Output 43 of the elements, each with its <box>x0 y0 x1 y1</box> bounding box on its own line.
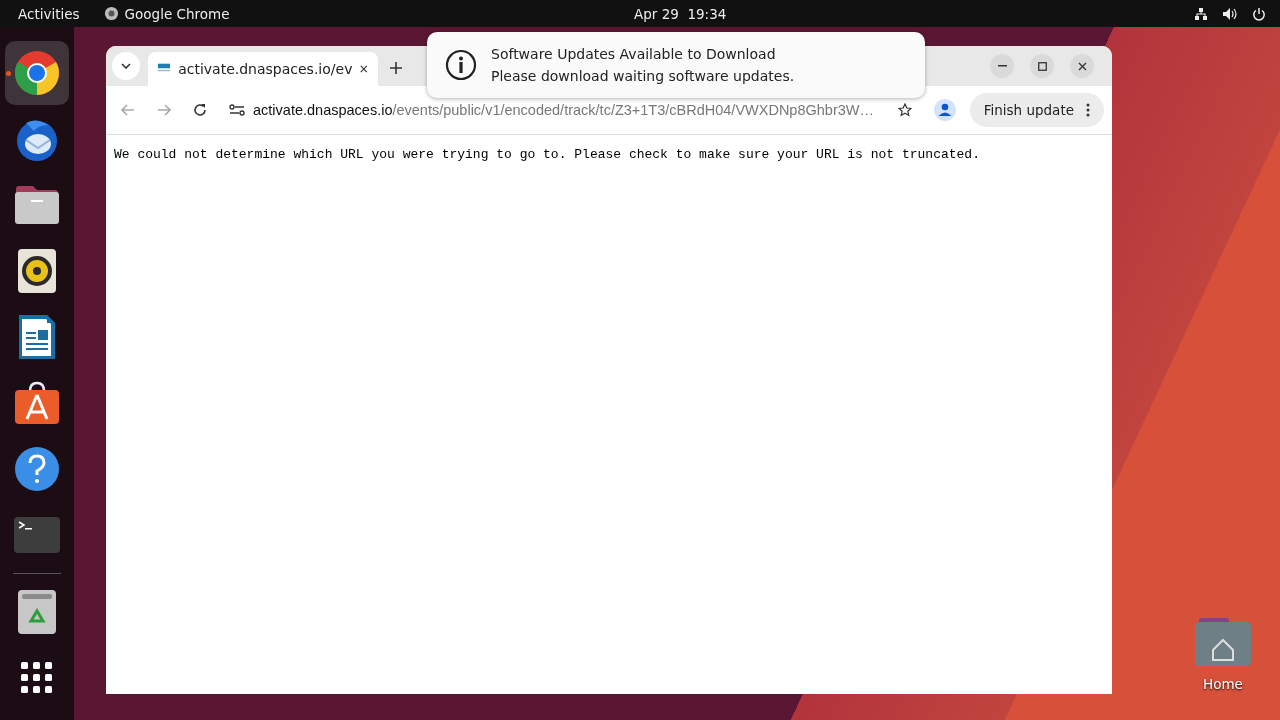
terminal-icon <box>14 517 60 553</box>
site-settings-icon[interactable] <box>229 104 245 116</box>
more-icon <box>1086 103 1090 117</box>
activities-button[interactable]: Activities <box>18 5 80 22</box>
close-icon[interactable] <box>360 64 368 74</box>
finish-update-button[interactable]: Finish update <box>969 93 1104 127</box>
tab-search-button[interactable] <box>112 52 140 80</box>
app-name[interactable]: Google Chrome <box>124 5 230 22</box>
close-button[interactable] <box>1070 54 1094 78</box>
reload-icon[interactable] <box>193 103 207 117</box>
notification[interactable]: Software Updates Available to Download Please download waiting software updates. <box>427 32 925 98</box>
star-icon[interactable] <box>897 103 912 117</box>
help-icon <box>14 446 60 492</box>
close-icon <box>1077 61 1087 71</box>
speaker-icon <box>18 249 56 293</box>
info-icon <box>445 49 477 81</box>
tab-title: activate.dnaspaces.io/ev <box>178 61 353 77</box>
new-tab-icon[interactable] <box>390 62 402 74</box>
error-message: We could not determine which URL you were trying to go to. Please check to make sure your URL is not truncated. <box>114 147 981 162</box>
clock[interactable]: Apr 29 19:34 <box>634 5 727 22</box>
document-icon <box>18 314 56 360</box>
notification-title: Software Updates Available to Download <box>491 46 777 62</box>
home-folder-icon <box>1195 618 1251 666</box>
maximize-icon <box>1037 61 1047 71</box>
chevron-down-icon <box>121 63 131 69</box>
url-text: activate.dnaspaces.io/events/public/v1/encoded/track/tc/Z3+1T3/cBRdH04/VWXDNp8Ghbr3W… <box>253 102 875 118</box>
browser-icon <box>13 49 61 97</box>
icon-label: Home <box>1203 676 1243 692</box>
desktop-icon[interactable]: Home <box>1185 618 1261 692</box>
trash-icon <box>18 590 56 634</box>
profile-icon[interactable] <box>933 99 956 121</box>
notification-body: Please download waiting software updates. <box>491 68 795 84</box>
minimize-icon <box>997 65 1007 67</box>
power-icon[interactable] <box>1252 6 1266 21</box>
browser-tab[interactable]: activate.dnaspaces.io/ev <box>148 52 378 86</box>
maximize-button[interactable] <box>1030 54 1054 78</box>
volume-icon[interactable] <box>1222 6 1238 21</box>
folder-icon <box>14 185 60 225</box>
app-grid-icon <box>21 662 53 694</box>
minimize-button[interactable] <box>990 54 1014 78</box>
dock-item[interactable] <box>5 41 69 105</box>
shopping-bag-icon <box>14 381 60 425</box>
network-icon[interactable] <box>1194 6 1208 21</box>
